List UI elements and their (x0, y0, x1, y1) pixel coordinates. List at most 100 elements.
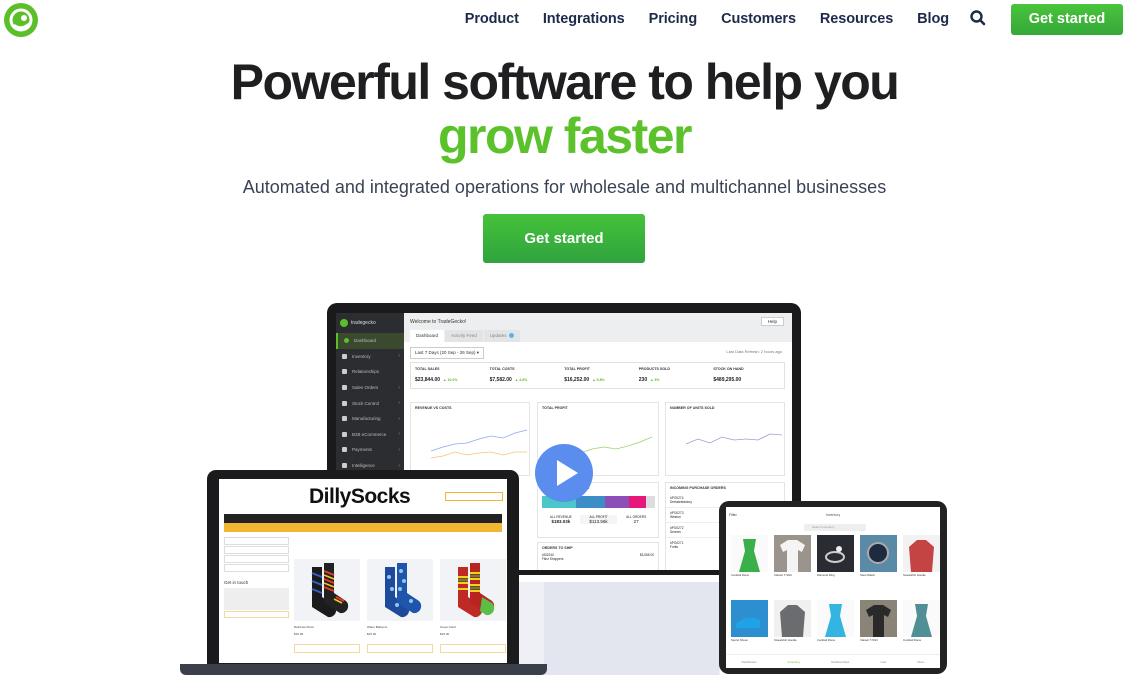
nav-link-resources[interactable]: Resources (820, 11, 893, 27)
summary-profit: ALL PROFIT $113.56k (579, 515, 618, 524)
tab-updates[interactable]: Updates (483, 330, 520, 342)
inventory-item[interactable] (774, 600, 811, 637)
play-video-button[interactable] (535, 444, 593, 502)
inventory-item[interactable] (731, 600, 768, 637)
revenue-vs-costs-card: REVENUE VS COSTS (410, 402, 530, 476)
product-card[interactable] (440, 559, 506, 621)
dashboard-header: Welcome to TradeGecko! Help (404, 313, 792, 330)
cart-widget[interactable] (445, 492, 503, 501)
date-range-select[interactable]: Last 7 Days (20 Sep - 26 Sep) ▾ (410, 347, 485, 359)
last-refresh-text: Last Data Refresh: 2 hours ago (726, 349, 782, 354)
summary-revenue: ALL REVENUE $183.03k (542, 515, 580, 524)
kpi-label: TOTAL SALES (415, 367, 440, 371)
inventory-item[interactable] (903, 600, 940, 637)
card-title: ORDERS TO SHIP (542, 546, 573, 550)
blue-dress-image (825, 604, 846, 637)
welcome-title: Welcome to TradeGecko! (410, 318, 467, 325)
inventory-item[interactable] (817, 535, 854, 572)
shop-screen: DillySocks Get in touch Rainbow Disco $1… (219, 479, 507, 663)
tablet-tab-dashboard[interactable]: Dashboard (742, 660, 757, 664)
order-amount: $3,065.00 (639, 553, 654, 557)
get-started-hero-button[interactable]: Get started (483, 214, 645, 263)
nav-link-customers[interactable]: Customers (721, 11, 796, 27)
tablet-tab-more[interactable]: More (917, 660, 924, 664)
tablet-tab-cart[interactable]: Cart (881, 660, 887, 664)
nav-link-product[interactable]: Product (465, 11, 519, 27)
sidebar-item-payments[interactable]: Payments › (336, 442, 404, 458)
chevron-right-icon: › (398, 431, 400, 438)
inventory-search-input[interactable]: Search inventory (804, 524, 866, 531)
tab-activity-feed[interactable]: Activity Feed (445, 330, 483, 342)
sidebar-item-inventory[interactable]: Inventory › (336, 349, 404, 365)
top-nav: Product Integrations Pricing Customers R… (0, 0, 1129, 40)
product-name[interactable]: Rainbow Disco (294, 625, 314, 629)
product-price: $15.00 (367, 632, 377, 636)
inventory-title: Inventory (825, 513, 841, 517)
product-card[interactable] (294, 559, 360, 621)
inventory-item[interactable] (817, 600, 854, 637)
status-segment (628, 496, 646, 508)
inventory-item[interactable] (774, 535, 811, 572)
teal-dress-image (911, 604, 932, 637)
shop-filters: Get in touch (224, 537, 289, 663)
sidebar-label: Stock Control (352, 400, 380, 406)
item-name: Sports Shoes (731, 638, 748, 642)
white-tshirt-image (780, 540, 805, 572)
add-to-cart-button[interactable] (294, 644, 360, 653)
kpi-stock-on-hand: STOCK ON HAND $489,295.00 (709, 363, 784, 388)
units-sold-card: NUMBER OF UNITS SOLD (665, 402, 785, 476)
costs-line (430, 451, 527, 459)
get-started-nav-button[interactable]: Get started (1011, 4, 1123, 35)
sidebar-item-stock-control[interactable]: Stock Control › (336, 395, 404, 411)
hero-headline-highlight: grow faster (437, 108, 693, 164)
sidebar-item-manufacturing[interactable]: Manufacturing › (336, 411, 404, 427)
inventory-item[interactable] (860, 535, 897, 572)
status-segment (575, 496, 606, 508)
sidebar-label: Inventory (352, 353, 371, 359)
sock-image (311, 563, 349, 618)
nav-link-pricing[interactable]: Pricing (649, 11, 698, 27)
filter-field[interactable] (224, 555, 289, 563)
contact-button[interactable] (224, 611, 289, 618)
product-name[interactable]: Water Balloons (367, 625, 387, 629)
item-name: Diamond Ring (817, 573, 835, 577)
add-to-cart-button[interactable] (367, 644, 433, 653)
add-to-cart-button[interactable] (440, 644, 506, 653)
status-segment (645, 496, 655, 508)
sidebar-label: Intelligence (352, 463, 375, 469)
tablet-tab-inventory[interactable]: Inventory (788, 660, 800, 664)
kpi-change: ▲ 5% (650, 378, 660, 382)
kpi-change: ▲ 4.8% (514, 378, 528, 382)
sidebar-item-dashboard[interactable]: Dashboard (336, 333, 404, 349)
item-name: Steel Watch (860, 573, 875, 577)
promo-banner (224, 523, 502, 532)
product-card[interactable] (367, 559, 433, 621)
updates-badge (508, 333, 514, 339)
gecko-logo-icon[interactable] (4, 3, 38, 37)
inventory-item[interactable] (903, 535, 940, 572)
stock-icon (342, 400, 347, 406)
filter-field[interactable] (224, 537, 289, 545)
filter-field[interactable] (224, 546, 289, 554)
help-button[interactable]: Help (760, 317, 784, 326)
inventory-item[interactable] (731, 535, 768, 572)
tablet-tab-relationships[interactable]: Relationships (831, 660, 849, 664)
inventory-item[interactable] (860, 600, 897, 637)
chevron-right-icon: › (398, 400, 400, 407)
units-line (685, 433, 783, 445)
filter-field[interactable] (224, 564, 289, 572)
inventory-grid (731, 535, 940, 637)
sidebar-item-relationships[interactable]: Relationships (336, 364, 404, 380)
summary-value: 27 (633, 519, 639, 524)
kpi-amount: $7,582.00 (489, 377, 512, 383)
sidebar-item-sales-orders[interactable]: Sales Orders › (336, 380, 404, 396)
nav-link-integrations[interactable]: Integrations (543, 11, 625, 27)
tab-dashboard[interactable]: Dashboard (410, 330, 445, 342)
item-name: Cocktail Dress (903, 638, 922, 642)
nav-link-blog[interactable]: Blog (917, 11, 949, 27)
search-icon[interactable] (969, 9, 987, 27)
get-in-touch-heading: Get in touch (224, 580, 249, 585)
sidebar-item-b2b-ecommerce[interactable]: B2B eCommerce › (336, 427, 404, 443)
kpi-amount: $23,844.00 (415, 377, 441, 383)
product-name[interactable]: Green Field (440, 625, 456, 629)
